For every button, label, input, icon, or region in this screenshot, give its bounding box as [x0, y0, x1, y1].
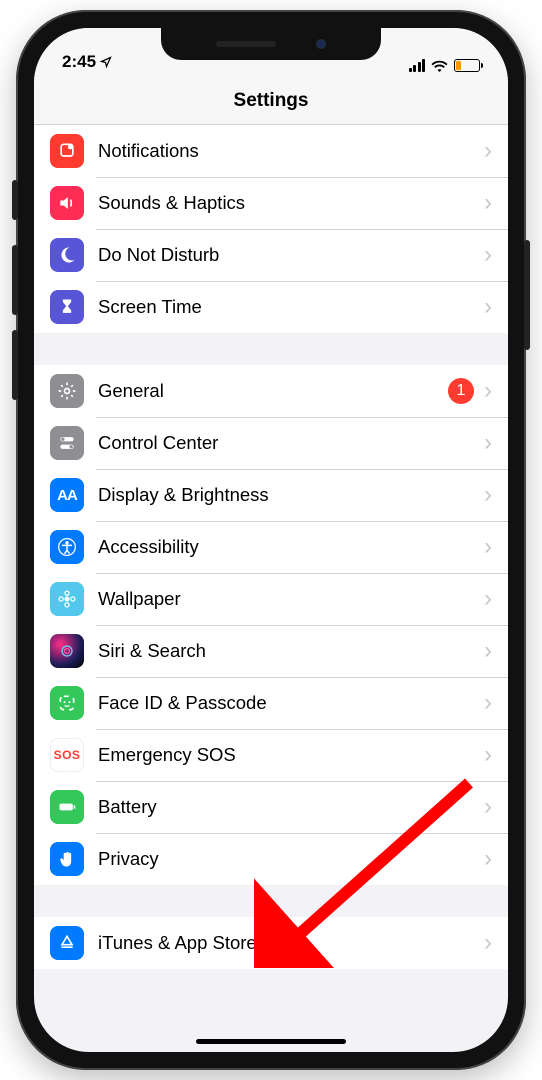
battery-icon — [50, 790, 84, 824]
row-label: Face ID & Passcode — [98, 692, 484, 714]
settings-list[interactable]: Notifications›Sounds & Haptics›Do Not Di… — [34, 125, 508, 969]
row-label: Notifications — [98, 140, 484, 162]
sounds-icon — [50, 186, 84, 220]
chevron-right-icon: › — [484, 587, 492, 611]
row-label: Display & Brightness — [98, 484, 484, 506]
row-general[interactable]: General1 › — [34, 365, 508, 417]
row-label: Privacy — [98, 848, 484, 870]
row-label: Screen Time — [98, 296, 484, 318]
screentime-icon — [50, 290, 84, 324]
row-sounds[interactable]: Sounds & Haptics› — [34, 177, 508, 229]
chevron-right-icon: › — [484, 431, 492, 455]
privacy-icon — [50, 842, 84, 876]
row-label: Do Not Disturb — [98, 244, 484, 266]
battery-icon — [454, 59, 480, 72]
chevron-right-icon: › — [484, 139, 492, 163]
row-label: Wallpaper — [98, 588, 484, 610]
chevron-right-icon: › — [484, 535, 492, 559]
chevron-right-icon: › — [484, 743, 492, 767]
siri-icon — [50, 634, 84, 668]
row-label: iTunes & App Store — [98, 932, 484, 954]
volume-down-button — [12, 330, 18, 400]
row-screentime[interactable]: Screen Time› — [34, 281, 508, 333]
row-itunes[interactable]: iTunes & App Store› — [34, 917, 508, 969]
settings-group: iTunes & App Store› — [34, 917, 508, 969]
row-dnd[interactable]: Do Not Disturb› — [34, 229, 508, 281]
row-battery[interactable]: Battery› — [34, 781, 508, 833]
display-icon: AA — [50, 478, 84, 512]
chevron-right-icon: › — [484, 691, 492, 715]
settings-group: Notifications›Sounds & Haptics›Do Not Di… — [34, 125, 508, 333]
chevron-right-icon: › — [484, 931, 492, 955]
phone-frame: 2:45 Settings Notifications›Sounds & Hap… — [16, 10, 526, 1070]
settings-group: General1›Control Center›AADisplay & Brig… — [34, 365, 508, 885]
chevron-right-icon: › — [484, 191, 492, 215]
chevron-right-icon: › — [484, 243, 492, 267]
row-accessibility[interactable]: Accessibility› — [34, 521, 508, 573]
row-faceid[interactable]: Face ID & Passcode› — [34, 677, 508, 729]
sos-icon: SOS — [50, 738, 84, 772]
chevron-right-icon: › — [484, 639, 492, 663]
row-label: Siri & Search — [98, 640, 484, 662]
row-label: Accessibility — [98, 536, 484, 558]
row-label: Sounds & Haptics — [98, 192, 484, 214]
wifi-icon — [431, 60, 448, 72]
dnd-icon — [50, 238, 84, 272]
wallpaper-icon — [50, 582, 84, 616]
row-controlcenter[interactable]: Control Center› — [34, 417, 508, 469]
row-siri[interactable]: Siri & Search› — [34, 625, 508, 677]
screen: 2:45 Settings Notifications›Sounds & Hap… — [34, 28, 508, 1052]
general-icon — [50, 374, 84, 408]
chevron-right-icon: › — [484, 483, 492, 507]
chevron-right-icon: › — [484, 795, 492, 819]
row-sos[interactable]: SOS Emergency SOS› — [34, 729, 508, 781]
cellular-icon — [409, 60, 426, 72]
accessibility-icon — [50, 530, 84, 564]
side-button — [524, 240, 530, 350]
row-label: General — [98, 380, 448, 402]
home-indicator[interactable] — [196, 1039, 346, 1044]
row-privacy[interactable]: Privacy› — [34, 833, 508, 885]
mute-switch — [12, 180, 18, 220]
chevron-right-icon: › — [484, 847, 492, 871]
chevron-right-icon: › — [484, 295, 492, 319]
page-title: Settings — [34, 76, 508, 125]
notifications-icon — [50, 134, 84, 168]
row-display[interactable]: AA Display & Brightness› — [34, 469, 508, 521]
status-time: 2:45 — [62, 52, 96, 72]
faceid-icon — [50, 686, 84, 720]
row-label: Battery — [98, 796, 484, 818]
controlcenter-icon — [50, 426, 84, 460]
row-label: Emergency SOS — [98, 744, 484, 766]
itunes-icon — [50, 926, 84, 960]
notch — [161, 28, 381, 60]
chevron-right-icon: › — [484, 379, 492, 403]
row-label: Control Center — [98, 432, 484, 454]
volume-up-button — [12, 245, 18, 315]
row-notifications[interactable]: Notifications› — [34, 125, 508, 177]
location-icon — [100, 56, 112, 68]
notification-badge: 1 — [448, 378, 474, 404]
row-wallpaper[interactable]: Wallpaper› — [34, 573, 508, 625]
